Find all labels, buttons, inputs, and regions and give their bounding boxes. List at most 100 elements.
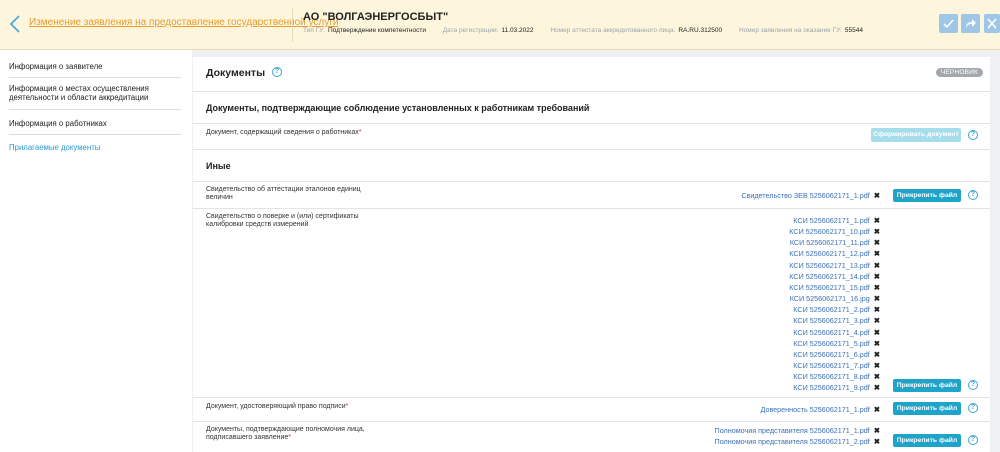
file-item[interactable]: КСИ 5256062171_1.pdf ✖ [793, 215, 880, 226]
file-link[interactable]: КСИ 5256062171_8.pdf [793, 372, 869, 381]
meta-cert-value: RA.RU.312500 [678, 27, 723, 34]
file-link[interactable]: КСИ 5256062171_15.pdf [789, 283, 869, 292]
attach-file-button[interactable]: Прикрепить файл [893, 379, 961, 392]
chevron-left-icon[interactable] [8, 14, 22, 34]
remove-file-icon[interactable]: ✖ [874, 294, 880, 303]
remove-file-icon[interactable]: ✖ [874, 216, 880, 225]
file-item[interactable]: КСИ 5256062171_10.pdf ✖ [789, 226, 880, 237]
page-title-text: Документы [206, 67, 266, 79]
file-link[interactable]: КСИ 5256062171_14.pdf [789, 272, 869, 281]
file-item[interactable]: КСИ 5256062171_14.pdf ✖ [789, 271, 880, 282]
file-link[interactable]: КСИ 5256062171_5.pdf [793, 339, 869, 348]
remove-file-icon[interactable]: ✖ [874, 372, 880, 381]
file-item[interactable]: Полномочия представителя 5256062171_1.pd… [715, 425, 880, 436]
divider [193, 123, 990, 124]
remove-file-icon[interactable]: ✖ [874, 305, 880, 314]
file-link[interactable]: КСИ 5256062171_11.pdf [790, 238, 870, 247]
section-title-employees: Документы, подтверждающие соблюдение уст… [206, 103, 590, 113]
file-link[interactable]: КСИ 5256062171_6.pdf [793, 350, 869, 359]
doc-label-etalon-cert: Свидетельство об аттестации эталонов еди… [206, 186, 361, 201]
attach-file-button[interactable]: Прикрепить файл [893, 189, 961, 202]
file-item[interactable]: Доверенность 5256062171_1.pdf ✖ [761, 404, 881, 415]
file-link[interactable]: КСИ 5256062171_7.pdf [793, 361, 869, 370]
send-button[interactable] [961, 14, 980, 33]
sidebar-item-applicant[interactable]: Информация о заявителе [9, 62, 181, 71]
help-icon[interactable]: ? [968, 130, 978, 140]
file-link[interactable]: КСИ 5256062171_12.pdf [789, 249, 869, 258]
remove-file-icon[interactable]: ✖ [874, 249, 880, 258]
help-icon[interactable]: ? [968, 435, 978, 445]
sidebar-divider [9, 109, 181, 110]
file-item[interactable]: КСИ 5256062171_8.pdf ✖ [793, 371, 880, 382]
file-item[interactable]: КСИ 5256062171_2.pdf ✖ [793, 304, 880, 315]
file-item[interactable]: КСИ 5256062171_3.pdf ✖ [793, 315, 880, 326]
remove-file-icon[interactable]: ✖ [874, 383, 880, 392]
file-item[interactable]: КСИ 5256062171_11.pdf ✖ [790, 237, 880, 248]
doc-label-signature-right: Документ, удостоверяющий право подписи* [206, 403, 376, 411]
status-badge: ЧЕРНОВИК [935, 68, 983, 77]
remove-file-icon[interactable]: ✖ [874, 350, 880, 359]
remove-file-icon[interactable]: ✖ [874, 283, 880, 292]
file-item[interactable]: КСИ 5256062171_7.pdf ✖ [793, 360, 880, 371]
file-link[interactable]: Доверенность 5256062171_1.pdf [761, 405, 870, 414]
file-item[interactable]: КСИ 5256062171_6.pdf ✖ [793, 349, 880, 360]
remove-file-icon[interactable]: ✖ [874, 328, 880, 337]
remove-file-icon[interactable]: ✖ [874, 405, 880, 414]
file-link[interactable]: КСИ 5256062171_10.pdf [789, 227, 869, 236]
attach-file-button[interactable]: Прикрепить файл [893, 402, 961, 415]
doc-label-text: Документ, содержащий сведения о работник… [206, 129, 359, 136]
doc-label-representative-authority: Документы, подтверждающие полномочия лиц… [206, 426, 376, 442]
help-icon[interactable]: ? [968, 403, 978, 413]
file-item[interactable]: КСИ 5256062171_4.pdf ✖ [793, 327, 880, 338]
sidebar-divider [9, 77, 181, 78]
file-link[interactable]: КСИ 5256062171_1.pdf [793, 216, 869, 225]
remove-file-icon[interactable]: ✖ [874, 339, 880, 348]
file-item[interactable]: КСИ 5256062171_9.pdf ✖ [793, 382, 880, 393]
file-link[interactable]: Свидетельство ЗЕВ 5256062171_1.pdf [741, 191, 869, 200]
remove-file-icon[interactable]: ✖ [874, 316, 880, 325]
file-item[interactable]: Свидетельство ЗЕВ 5256062171_1.pdf ✖ [741, 190, 880, 201]
help-icon[interactable]: ? [968, 380, 978, 390]
file-link[interactable]: КСИ 5256062171_13.pdf [789, 261, 869, 270]
help-icon[interactable]: ? [271, 67, 282, 78]
documents-panel: Документы ? ЧЕРНОВИК Документы, подтверж… [193, 57, 990, 452]
file-link[interactable]: КСИ 5256062171_3.pdf [793, 316, 869, 325]
file-link[interactable]: КСИ 5256062171_4.pdf [793, 328, 869, 337]
file-link[interactable]: Полномочия представителя 5256062171_1.pd… [715, 426, 870, 435]
meta-row: Тип ГУ: Подтверждение компетентности Дата… [303, 27, 878, 34]
file-item[interactable]: КСИ 5256062171_15.pdf ✖ [789, 282, 880, 293]
app-header: Изменение заявления на предоставление го… [0, 0, 1000, 50]
help-icon[interactable]: ? [968, 190, 978, 200]
remove-file-icon[interactable]: ✖ [874, 191, 880, 200]
cancel-button[interactable] [984, 14, 1000, 33]
doc-label-employees-info: Документ, содержащий сведения о работник… [206, 129, 376, 137]
remove-file-icon[interactable]: ✖ [874, 437, 880, 446]
meta-date-value: 11.03.2022 [501, 27, 534, 34]
file-item[interactable]: КСИ 5256062171_16.jpg ✖ [790, 293, 880, 304]
file-link[interactable]: КСИ 5256062171_9.pdf [793, 383, 869, 392]
file-item[interactable]: Полномочия представителя 5256062171_2.pd… [715, 436, 880, 447]
file-link[interactable]: Полномочия представителя 5256062171_2.pd… [715, 437, 870, 446]
page-title: Документы ? [206, 67, 282, 79]
approve-button[interactable] [939, 14, 958, 33]
sidebar-item-documents[interactable]: Прилагаемые документы [9, 143, 181, 152]
file-item[interactable]: КСИ 5256062171_5.pdf ✖ [793, 338, 880, 349]
file-item[interactable]: КСИ 5256062171_12.pdf ✖ [789, 248, 880, 259]
divider [193, 91, 990, 92]
org-name: АО "ВОЛГАЭНЕРГОСБЫТ" [303, 11, 449, 23]
file-link[interactable]: КСИ 5256062171_16.jpg [790, 294, 870, 303]
file-item[interactable]: КСИ 5256062171_13.pdf ✖ [789, 260, 880, 271]
remove-file-icon[interactable]: ✖ [874, 261, 880, 270]
remove-file-icon[interactable]: ✖ [874, 227, 880, 236]
file-link[interactable]: КСИ 5256062171_2.pdf [793, 305, 869, 314]
sidebar-item-locations[interactable]: Информация о местах осуществления деятел… [9, 84, 181, 102]
attach-file-button[interactable]: Прикрепить файл [893, 434, 961, 447]
required-mark: * [288, 434, 292, 441]
remove-file-icon[interactable]: ✖ [874, 272, 880, 281]
doc-label-verification-cert: Свидетельство о поверке и (или) сертифик… [206, 213, 359, 228]
remove-file-icon[interactable]: ✖ [874, 238, 880, 247]
generate-document-button[interactable]: Сформировать документ [871, 128, 961, 142]
remove-file-icon[interactable]: ✖ [874, 426, 880, 435]
sidebar-item-employees[interactable]: Информация о работниках [9, 119, 181, 128]
remove-file-icon[interactable]: ✖ [874, 361, 880, 370]
